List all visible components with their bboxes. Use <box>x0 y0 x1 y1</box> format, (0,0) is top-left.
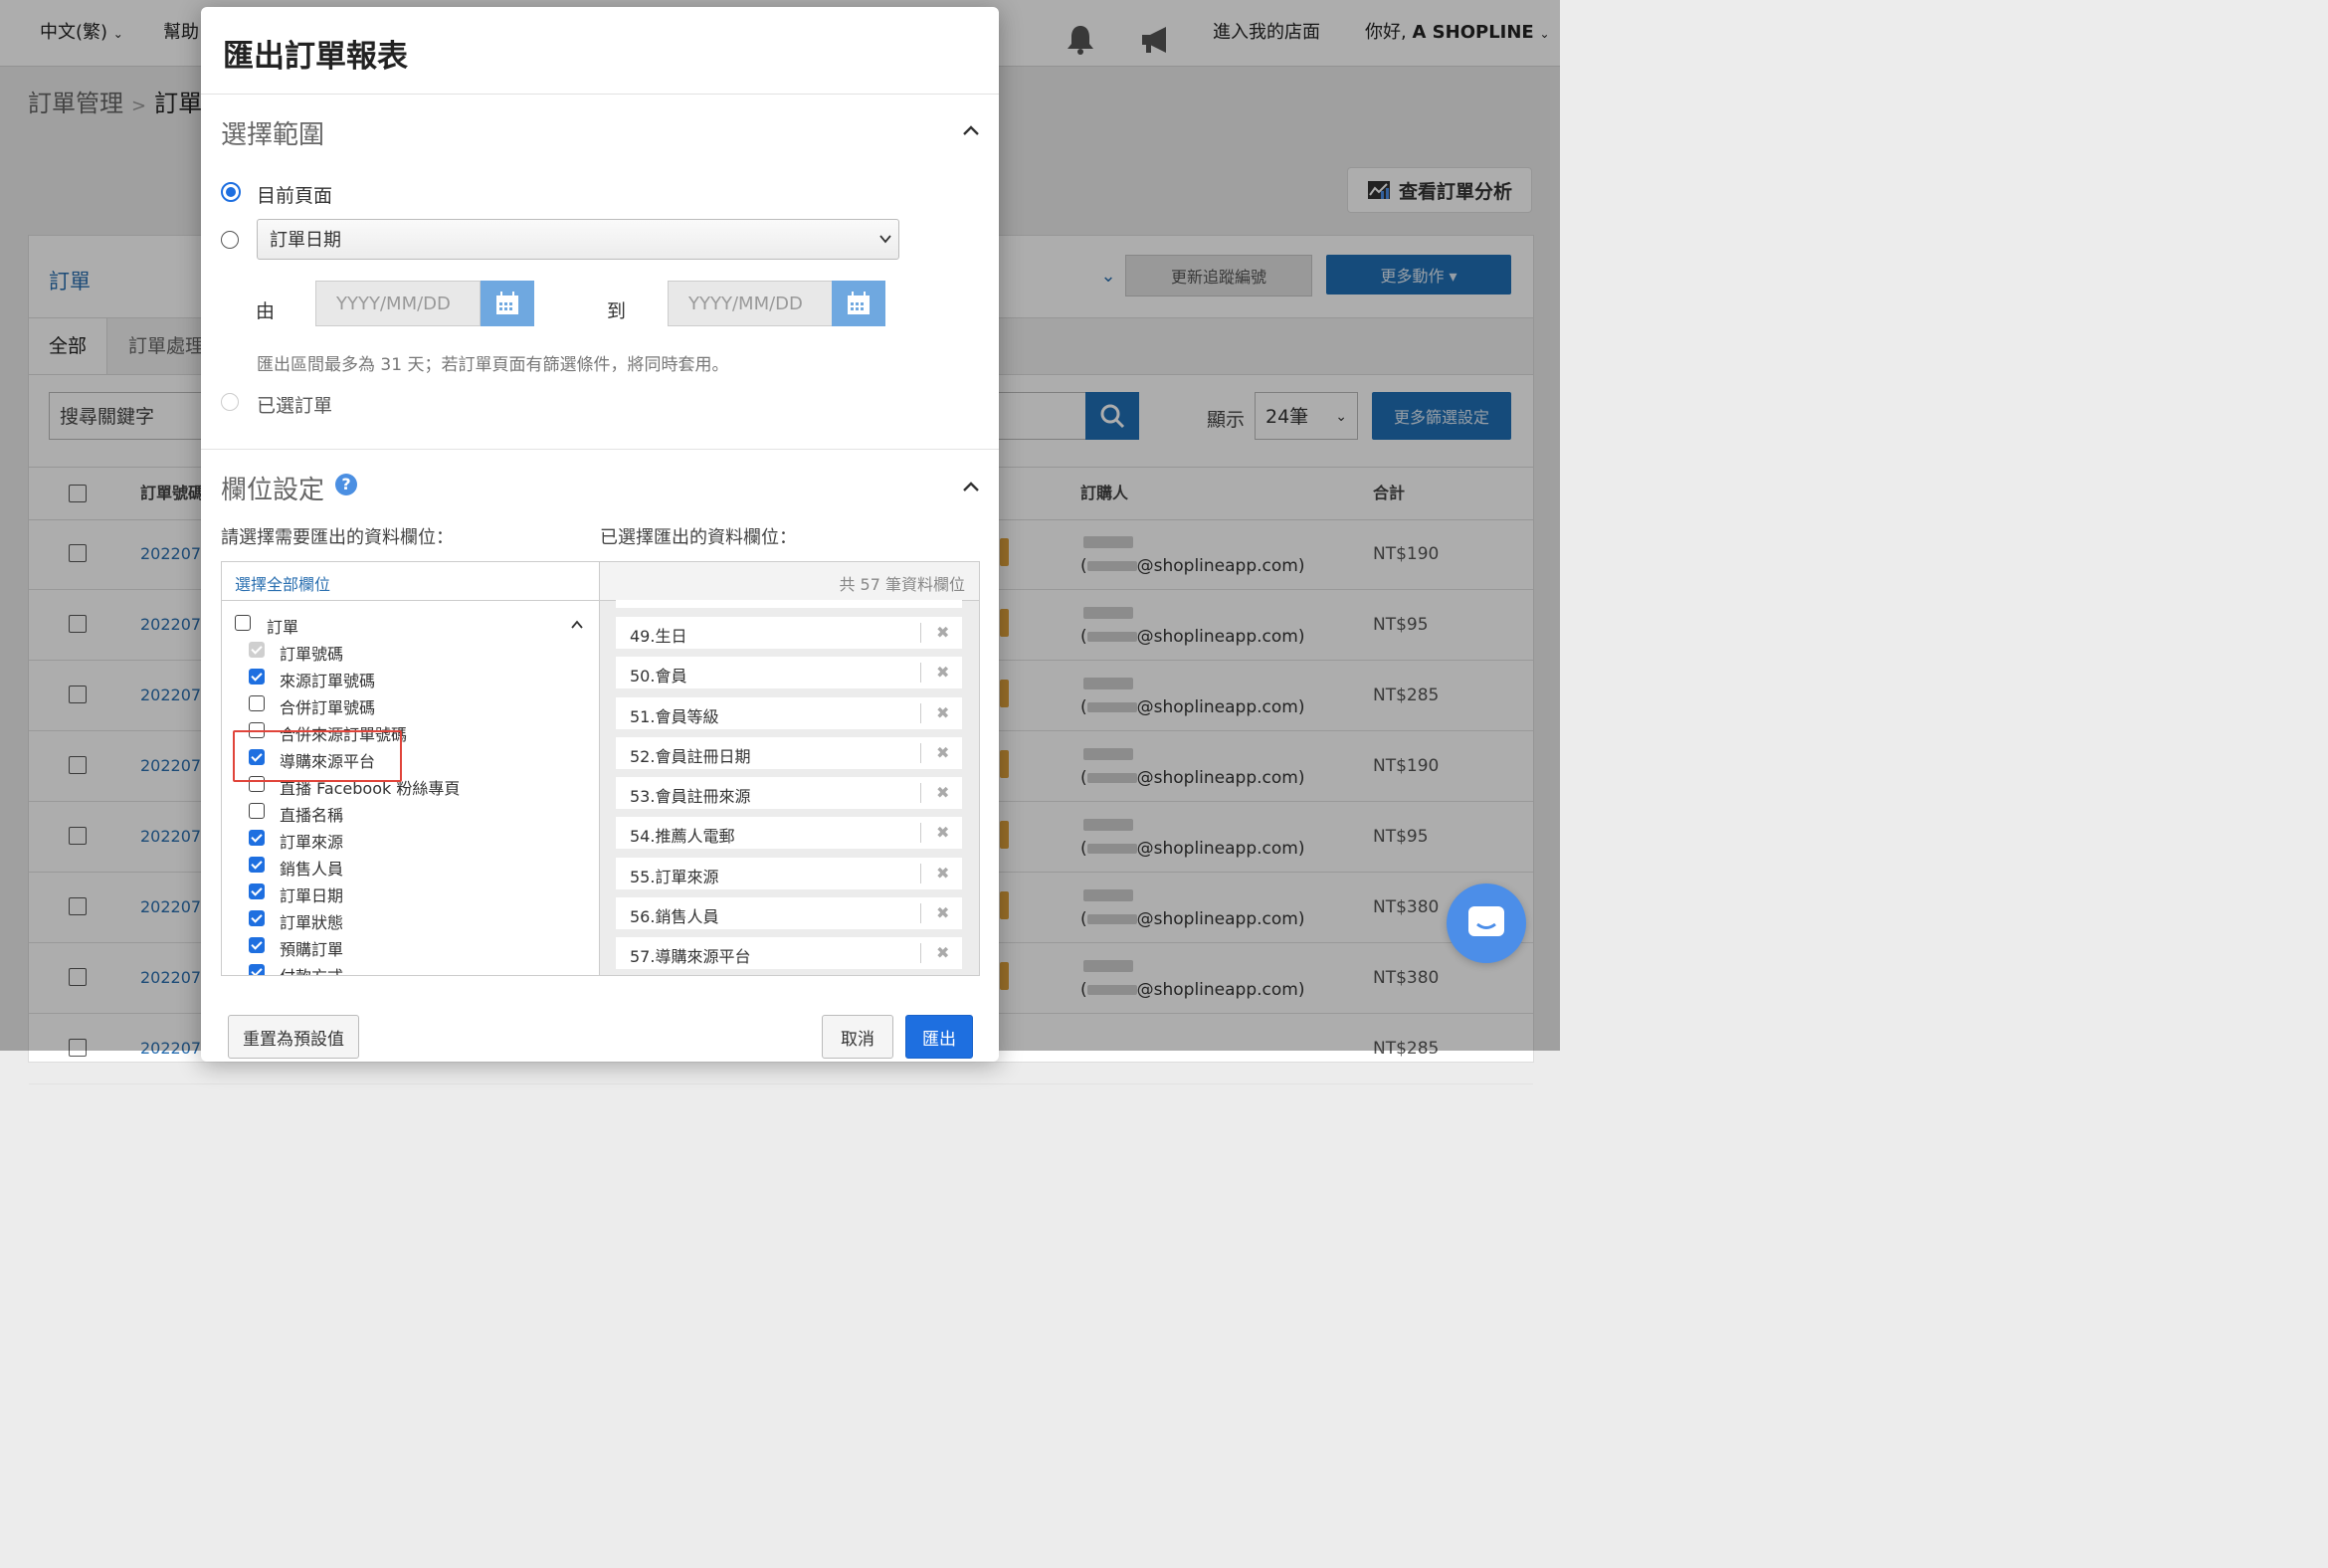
remove-icon[interactable]: ✖ <box>936 623 949 642</box>
field-checkbox[interactable] <box>249 830 265 846</box>
selected-fields-caption: 已選擇匯出的資料欄位： <box>600 527 797 548</box>
selected-field-label: 56.銷售人員 <box>630 907 719 926</box>
field-checkbox[interactable] <box>249 803 265 819</box>
item-divider <box>920 823 921 843</box>
selected-field-label: 53.會員註冊來源 <box>630 787 751 806</box>
reset-default-button[interactable]: 重置為預設值 <box>228 1015 359 1059</box>
selected-field-item[interactable]: 49.生日 ✖ <box>616 617 962 649</box>
selected-field-item[interactable]: 50.會員 ✖ <box>616 657 962 688</box>
field-label: 銷售人員 <box>280 860 344 879</box>
from-calendar-button[interactable] <box>481 281 534 326</box>
selected-field-item[interactable]: 57.導購來源平台 ✖ <box>616 937 962 969</box>
field-label: 預購訂單 <box>280 940 344 959</box>
export-button[interactable]: 匯出 <box>905 1015 973 1059</box>
field-label: 合併訂單號碼 <box>280 698 376 717</box>
divider <box>201 94 999 95</box>
cancel-button[interactable]: 取消 <box>822 1015 893 1059</box>
available-fields-header: 選擇全部欄位 <box>222 562 600 601</box>
help-icon[interactable]: ? <box>335 474 357 495</box>
field-label: 來源訂單號碼 <box>280 672 376 690</box>
chat-launcher-button[interactable] <box>1447 883 1526 963</box>
from-date-input[interactable]: YYYY/MM/DD <box>315 281 481 326</box>
export-orders-dialog: 匯出訂單報表 選擇範圍 目前頁面 訂單日期 由 YYYY/MM/DD 到 YYY… <box>201 7 999 1062</box>
field-checkbox[interactable] <box>249 910 265 926</box>
selected-field-label: 54.推薦人電郵 <box>630 827 735 846</box>
calendar-icon <box>848 292 870 314</box>
item-divider <box>920 623 921 643</box>
selected-field-label: 49.生日 <box>630 627 687 646</box>
selected-field-label: 55.訂單來源 <box>630 868 719 886</box>
item-divider <box>920 864 921 883</box>
divider <box>201 449 999 450</box>
selected-orders-radio[interactable] <box>221 393 239 411</box>
selected-field-item[interactable]: 52.會員註冊日期 ✖ <box>616 737 962 769</box>
range-hint: 匯出區間最多為 31 天；若訂單頁面有篩選條件，將同時套用。 <box>257 355 729 375</box>
field-checkbox[interactable] <box>249 883 265 899</box>
field-checkbox[interactable] <box>249 964 265 975</box>
remove-icon[interactable]: ✖ <box>936 864 949 882</box>
chevron-up-icon[interactable] <box>570 618 584 630</box>
remove-icon[interactable]: ✖ <box>936 943 949 962</box>
current-page-radio[interactable] <box>221 182 241 202</box>
available-fields-caption: 請選擇需要匯出的資料欄位： <box>221 527 454 548</box>
highlight-annotation <box>233 730 402 782</box>
item-divider <box>920 703 921 723</box>
item-divider <box>920 663 921 683</box>
field-label: 付款方式 <box>280 963 343 975</box>
date-type-select[interactable]: 訂單日期 <box>257 219 899 260</box>
remove-icon[interactable]: ✖ <box>936 903 949 922</box>
field-checkbox[interactable] <box>249 937 265 953</box>
range-section-title: 選擇範圍 <box>221 120 325 150</box>
item-divider <box>920 903 921 923</box>
selected-field-item[interactable]: 51.會員等級 ✖ <box>616 697 962 729</box>
selected-field-label: 51.會員等級 <box>630 707 719 726</box>
selected-field-label: 50.會員 <box>630 667 687 686</box>
to-date-input[interactable]: YYYY/MM/DD <box>668 281 833 326</box>
chevron-up-icon[interactable] <box>961 120 981 140</box>
partial-list-item <box>616 600 962 608</box>
chevron-up-icon[interactable] <box>961 477 981 496</box>
remove-icon[interactable]: ✖ <box>936 823 949 842</box>
selected-field-item[interactable]: 53.會員註冊來源 ✖ <box>616 777 962 809</box>
remove-icon[interactable]: ✖ <box>936 783 949 802</box>
current-page-label: 目前頁面 <box>257 185 333 207</box>
chat-icon <box>1468 906 1504 936</box>
field-label: 訂單日期 <box>280 886 344 905</box>
selected-field-item[interactable]: 56.銷售人員 ✖ <box>616 897 962 929</box>
to-calendar-button[interactable] <box>832 281 885 326</box>
select-all-fields-link[interactable]: 選擇全部欄位 <box>235 571 330 595</box>
selected-orders-label: 已選訂單 <box>257 395 333 417</box>
field-checkbox <box>249 642 265 658</box>
group-order-checkbox[interactable] <box>235 615 251 631</box>
selected-field-item[interactable]: 55.訂單來源 ✖ <box>616 858 962 889</box>
date-type-value: 訂單日期 <box>270 230 341 251</box>
selected-field-count: 共 57 筆資料欄位 <box>839 575 965 594</box>
fields-section-title: 欄位設定 <box>221 476 325 505</box>
item-divider <box>920 743 921 763</box>
chevron-down-icon <box>879 235 891 244</box>
selected-field-label: 57.導購來源平台 <box>630 947 751 966</box>
item-divider <box>920 943 921 963</box>
selected-field-item[interactable]: 54.推薦人電郵 ✖ <box>616 817 962 849</box>
selected-fields-list[interactable]: 共 57 筆資料欄位 49.生日 ✖ 50.會員 ✖ 51.會員等級 ✖ 52.會員註… <box>599 561 980 976</box>
remove-icon[interactable]: ✖ <box>936 743 949 762</box>
field-label: 訂單號碼 <box>280 645 344 664</box>
group-order-label: 訂單 <box>267 618 299 637</box>
remove-icon[interactable]: ✖ <box>936 663 949 682</box>
field-label: 訂單狀態 <box>280 913 344 932</box>
from-label: 由 <box>256 300 276 322</box>
date-range-radio[interactable] <box>221 231 239 249</box>
item-divider <box>920 783 921 803</box>
dialog-title: 匯出訂單報表 <box>223 39 408 75</box>
field-label: 直播名稱 <box>280 806 344 825</box>
selected-fields-header: 共 57 筆資料欄位 <box>600 562 979 600</box>
selected-field-label: 52.會員註冊日期 <box>630 747 751 766</box>
remove-icon[interactable]: ✖ <box>936 703 949 722</box>
field-checkbox[interactable] <box>249 669 265 685</box>
field-checkbox[interactable] <box>249 695 265 711</box>
to-label: 到 <box>607 300 627 322</box>
field-checkbox[interactable] <box>249 857 265 873</box>
calendar-icon <box>496 292 518 314</box>
field-label: 訂單來源 <box>280 833 344 852</box>
